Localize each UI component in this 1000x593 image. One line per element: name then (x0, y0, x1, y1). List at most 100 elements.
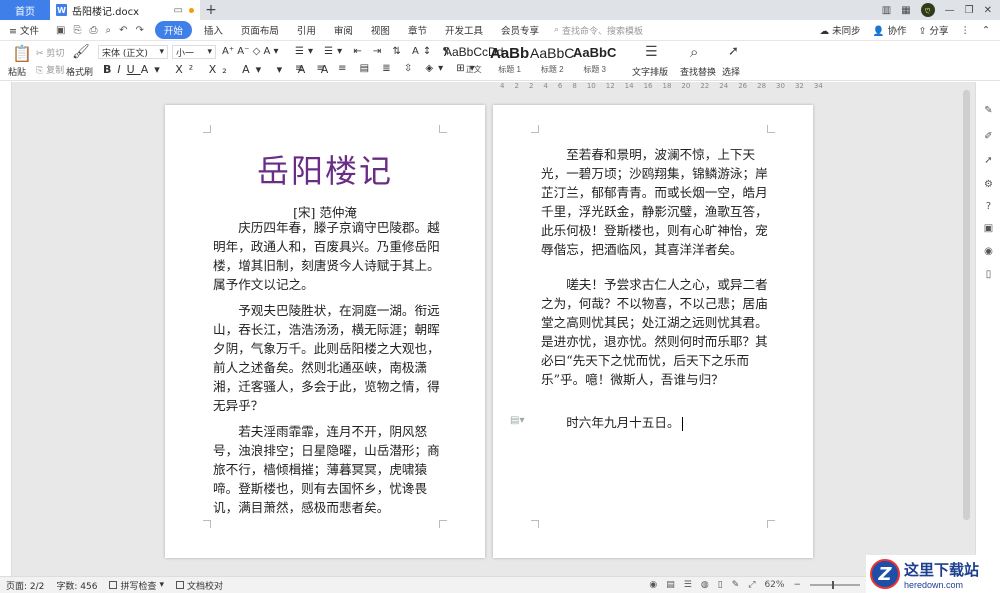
margin-mark (767, 125, 775, 133)
search-icon[interactable]: ⌕ (690, 43, 698, 61)
layout-icon[interactable]: ▥ (882, 5, 891, 16)
proofread-button[interactable]: 文档校对 (170, 579, 229, 592)
fit-icon[interactable]: ⤢ (748, 580, 755, 590)
text-layout-button[interactable]: 文字排版 (632, 65, 668, 78)
menu-insert[interactable]: 插入 (195, 23, 232, 37)
select-button[interactable]: 选择 (722, 65, 740, 78)
paragraph-handle-icon[interactable]: ▤▾ (510, 415, 524, 426)
ruler-tick: 32 (794, 82, 804, 90)
menu-view[interactable]: 视图 (362, 23, 399, 37)
edit-icon[interactable]: ✎ (732, 580, 740, 590)
redo-icon[interactable]: ↷ (135, 25, 143, 36)
collab-button[interactable]: 👤 协作 (873, 23, 907, 37)
location-icon[interactable]: ◉ (982, 245, 995, 258)
cut-label: 剪切 (46, 49, 65, 59)
chevron-down-icon: ▾ (159, 47, 164, 57)
more-icon[interactable]: ⋮ (961, 25, 971, 36)
close-icon[interactable]: ✕ (984, 5, 992, 16)
menu-layout[interactable]: 页面布局 (232, 23, 288, 37)
style-heading-2[interactable]: AaBbC 标题 2 (530, 45, 574, 75)
font-select[interactable]: 宋体 (正文) ▾ (98, 45, 168, 59)
zoom-level[interactable]: 62% (764, 580, 784, 590)
cursor-icon[interactable]: ➚ (728, 44, 739, 59)
outline-view-icon[interactable]: ☰ (684, 580, 692, 590)
avatar[interactable]: ღ (920, 3, 935, 17)
minimize-icon[interactable]: — (945, 5, 955, 16)
save-icon[interactable]: ▣ (56, 25, 65, 36)
menu-start[interactable]: 开始 (154, 21, 192, 39)
ribbon: 📋 粘贴 ✂ 剪切 ⎘ 复制 🖌 格式刷 宋体 (正文) ▾ 小一 ▾ A⁺ A⁻ … (0, 41, 1000, 81)
cut-button[interactable]: ✂ 剪切 (36, 46, 64, 59)
paste-button[interactable]: 粘贴 (8, 65, 26, 78)
page-1[interactable]: 岳阳楼记 [宋] 范仲淹 庆历四年春，滕子京谪守巴陵郡。越明年，政通人和，百废具… (165, 105, 485, 558)
share-button[interactable]: ⇪ 分享 (919, 23, 949, 37)
read-view-icon[interactable]: ▯ (718, 580, 723, 590)
style-label: 正文 (465, 65, 482, 74)
preview-icon[interactable]: ⌕ (105, 25, 111, 36)
select-icon[interactable]: ➚ (982, 154, 995, 167)
ruler-tick: 10 (586, 82, 596, 90)
menu-developer[interactable]: 开发工具 (436, 23, 492, 37)
menu-member[interactable]: 会员专享 (492, 23, 548, 37)
logo-text: 这里下载站 (904, 560, 980, 579)
vertical-ruler (0, 82, 12, 576)
document-canvas[interactable] (0, 82, 975, 576)
zoom-slider[interactable] (810, 581, 860, 589)
zoom-out-icon[interactable]: − (793, 580, 801, 590)
margin-mark (439, 520, 447, 528)
menu-file-label: 文件 (19, 26, 39, 37)
print-icon[interactable]: ⎙ (89, 25, 97, 36)
word-doc-icon: W (56, 4, 67, 16)
page-2[interactable]: 至若春和景明，波澜不惊，上下天光，一碧万顷；沙鸥翔集，锦鳞游泳；岸芷汀兰，郁郁青… (493, 105, 813, 558)
collapse-icon[interactable]: ⌃ (982, 25, 990, 36)
sync-button[interactable]: ☁ 未同步 (820, 23, 861, 37)
undo-icon[interactable]: ↶ (119, 25, 127, 36)
help-icon[interactable]: ? (982, 200, 995, 213)
web-view-icon[interactable]: ◍ (701, 580, 709, 590)
pen-icon[interactable]: ✐ (982, 130, 995, 143)
share-label: 分享 (929, 26, 949, 37)
format-painter-icon[interactable]: 🖌 (72, 44, 90, 60)
paragraph: 嗟夫！予尝求古仁人之心，或异二者之为，何哉？不以物喜，不以己悲；居庙堂之高则忧其… (541, 277, 768, 387)
font-size-tools[interactable]: A⁺ A⁻ ◇ A ▾ (222, 46, 279, 57)
export-icon[interactable]: ⎘ (73, 25, 81, 36)
ruler-tick: 6 (557, 82, 563, 90)
grid-icon[interactable]: ▦ (901, 5, 910, 16)
menu-references[interactable]: 引用 (288, 23, 325, 37)
style-heading-3[interactable]: AaBbC 标题 3 (573, 45, 616, 75)
find-replace-button[interactable]: 查找替换 (680, 65, 716, 78)
ruler-tick: 14 (624, 82, 634, 90)
watermark-logo: Z 这里下载站 heredown.com (866, 555, 1000, 593)
new-tab-button[interactable]: + (200, 0, 222, 20)
restore-icon[interactable]: ❐ (965, 5, 974, 16)
font-size-select[interactable]: 小一 ▾ (172, 45, 216, 59)
menu-review[interactable]: 审阅 (325, 23, 362, 37)
monitor-icon[interactable]: ▭ (174, 5, 183, 16)
tab-document[interactable]: W 岳阳楼记.docx ▭ (50, 0, 200, 20)
spell-check-toggle[interactable]: 拼写检查 ▾ (103, 579, 170, 592)
ruler-tick: 2 (514, 82, 519, 90)
page-view-icon[interactable]: ▤ (666, 580, 675, 590)
book-icon[interactable]: ▯ (982, 268, 995, 281)
logo-icon: Z (870, 559, 900, 589)
copy-button[interactable]: ⎘ 复制 (36, 63, 64, 76)
command-search[interactable]: ⌕ 查找命令、搜索模板 (554, 24, 643, 37)
margin-mark (531, 520, 539, 528)
margin-mark (439, 125, 447, 133)
list-tools[interactable]: ☰▾ ☰▾ ⇤ ⇥ ⇅ A↕ ¶ (295, 46, 453, 57)
format-painter-button[interactable]: 格式刷 (66, 65, 93, 78)
text-layout-icon[interactable]: ☰ (645, 44, 658, 60)
paste-icon[interactable]: 📋 (12, 44, 32, 63)
word-count[interactable]: 字数: 456 (50, 579, 103, 592)
ruler-tick: 12 (605, 82, 615, 90)
menu-file[interactable]: ≡ 文件 (0, 23, 48, 37)
style-heading-1[interactable]: AaBb 标题 1 (490, 45, 529, 75)
image-icon[interactable]: ▣ (982, 222, 995, 235)
eye-icon[interactable]: ◉ (649, 580, 657, 590)
vertical-scrollbar[interactable] (963, 90, 970, 520)
adjust-icon[interactable]: ⚙ (982, 178, 995, 191)
ruler-tick: 24 (719, 82, 729, 90)
tab-home[interactable]: 首页 (0, 0, 50, 20)
style-icon[interactable]: ✎ (982, 104, 995, 117)
menu-section[interactable]: 章节 (399, 23, 436, 37)
